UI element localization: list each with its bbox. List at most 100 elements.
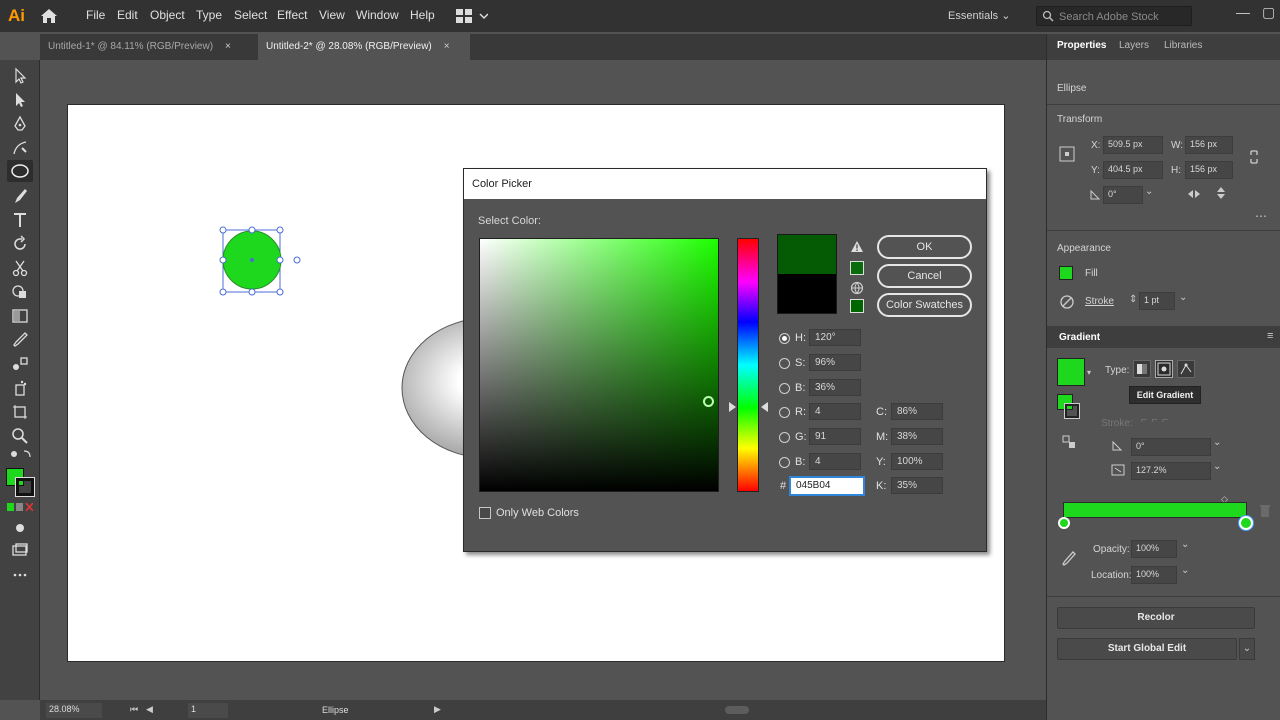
cyan-input[interactable]: 86% bbox=[891, 403, 943, 420]
screen-mode-icon[interactable] bbox=[10, 540, 30, 560]
reference-point-icon[interactable] bbox=[1059, 146, 1075, 162]
only-web-colors-checkbox[interactable] bbox=[479, 507, 491, 519]
brightness-input[interactable]: 36% bbox=[809, 379, 861, 396]
menu-type[interactable]: Type bbox=[196, 8, 222, 22]
stock-search-input[interactable]: Search Adobe Stock bbox=[1036, 6, 1192, 26]
chevron-down-icon[interactable]: ⌄ bbox=[1181, 539, 1189, 550]
stroke-mini-swatch[interactable] bbox=[1064, 403, 1080, 419]
saturation-input[interactable]: 96% bbox=[809, 354, 861, 371]
eyedropper-tool-icon[interactable] bbox=[10, 330, 30, 350]
linear-gradient-icon[interactable] bbox=[1133, 360, 1151, 378]
close-icon[interactable]: × bbox=[444, 41, 450, 52]
constrain-proportions-icon[interactable] bbox=[1247, 148, 1261, 166]
menu-window[interactable]: Window bbox=[356, 8, 399, 22]
color-swatches-button[interactable]: Color Swatches bbox=[877, 293, 972, 317]
gradient-tool-icon[interactable] bbox=[10, 306, 30, 326]
zoom-tool-icon[interactable] bbox=[10, 426, 30, 446]
artboard-number-input[interactable]: 1 bbox=[188, 703, 228, 718]
chevron-down-icon[interactable]: ⌄ bbox=[1213, 461, 1221, 472]
red-input[interactable]: 4 bbox=[809, 403, 861, 420]
chevron-down-icon[interactable]: ⌄ bbox=[1179, 292, 1187, 303]
gradient-swatch[interactable] bbox=[1057, 358, 1085, 386]
stroke-none-icon[interactable] bbox=[1059, 294, 1075, 310]
fill-swatch[interactable] bbox=[1059, 266, 1073, 280]
home-icon[interactable] bbox=[40, 8, 58, 24]
maximize-icon[interactable]: ▢ bbox=[1262, 4, 1275, 21]
menu-view[interactable]: View bbox=[319, 8, 345, 22]
tab-untitled-2[interactable]: Untitled-2* @ 28.08% (RGB/Preview) × bbox=[258, 34, 470, 60]
angle-input[interactable]: 0° bbox=[1131, 438, 1211, 456]
freeform-gradient-icon[interactable] bbox=[1177, 360, 1195, 378]
tab-layers[interactable]: Layers bbox=[1119, 40, 1149, 51]
web-safe-warning-icon[interactable] bbox=[850, 281, 864, 295]
out-of-gamut-warning-icon[interactable] bbox=[850, 240, 864, 253]
menu-object[interactable]: Object bbox=[150, 8, 185, 22]
type-tool-icon[interactable] bbox=[10, 210, 30, 230]
location-input[interactable]: 100% bbox=[1131, 566, 1177, 584]
blue-radio[interactable] bbox=[779, 457, 790, 468]
color-field-cursor[interactable] bbox=[703, 396, 714, 407]
green-input[interactable]: 91 bbox=[809, 428, 861, 445]
stroke-weight-input[interactable]: 1 pt bbox=[1139, 292, 1175, 310]
status-menu-icon[interactable]: ▶ bbox=[434, 704, 441, 715]
brightness-radio[interactable] bbox=[779, 383, 790, 394]
artboard-tool-icon[interactable] bbox=[10, 402, 30, 422]
saturation-radio[interactable] bbox=[779, 358, 790, 369]
hue-slider-right-arrow[interactable] bbox=[761, 402, 768, 412]
stroke-weight-stepper-icon[interactable]: ⇕ bbox=[1129, 294, 1137, 305]
start-global-edit-button[interactable]: Start Global Edit bbox=[1057, 638, 1237, 660]
paintbrush-tool-icon[interactable] bbox=[10, 186, 30, 206]
tab-properties[interactable]: Properties bbox=[1057, 40, 1106, 51]
stroke-color-swatch[interactable] bbox=[15, 477, 35, 497]
default-colors-icon[interactable] bbox=[10, 448, 31, 462]
red-radio[interactable] bbox=[779, 407, 790, 418]
recolor-button[interactable]: Recolor bbox=[1057, 607, 1255, 629]
gradient-slider[interactable] bbox=[1063, 502, 1247, 518]
chevron-down-icon[interactable]: ⌄ bbox=[1181, 565, 1189, 576]
radial-gradient-icon[interactable] bbox=[1155, 360, 1173, 378]
minimize-icon[interactable]: — bbox=[1236, 4, 1250, 20]
menu-select[interactable]: Select bbox=[234, 8, 267, 22]
ok-button[interactable]: OK bbox=[877, 235, 972, 259]
hue-input[interactable]: 120° bbox=[809, 329, 861, 346]
gradient-stop-left[interactable] bbox=[1058, 517, 1070, 529]
horizontal-scrollbar[interactable] bbox=[725, 706, 749, 714]
y-input[interactable]: 404.5 px bbox=[1103, 161, 1163, 179]
menu-file[interactable]: File bbox=[86, 8, 105, 22]
yellow-input[interactable]: 100% bbox=[891, 453, 943, 470]
rotate-tool-icon[interactable] bbox=[10, 234, 30, 254]
selection-tool-icon[interactable] bbox=[10, 66, 30, 86]
gamut-color-swatch[interactable] bbox=[850, 261, 864, 275]
color-mode-icons[interactable] bbox=[7, 503, 33, 511]
x-input[interactable]: 509.5 px bbox=[1103, 136, 1163, 154]
menu-edit[interactable]: Edit bbox=[117, 8, 138, 22]
original-color-swatch[interactable] bbox=[777, 274, 837, 314]
blend-tool-icon[interactable] bbox=[10, 354, 30, 374]
draw-mode-icon[interactable] bbox=[10, 518, 30, 538]
direct-selection-tool-icon[interactable] bbox=[10, 90, 30, 110]
tab-untitled-1[interactable]: Untitled-1* @ 84.11% (RGB/Preview) × bbox=[40, 34, 256, 60]
blue-input[interactable]: 4 bbox=[809, 453, 861, 470]
scissors-tool-icon[interactable] bbox=[10, 258, 30, 278]
zoom-level-input[interactable]: 28.08% bbox=[46, 703, 102, 718]
hue-slider-left-arrow[interactable] bbox=[729, 402, 736, 412]
hue-radio[interactable] bbox=[779, 333, 790, 344]
previous-artboard-icon[interactable]: ◀ bbox=[146, 704, 153, 715]
aspect-ratio-input[interactable]: 127.2% bbox=[1131, 462, 1211, 480]
trash-icon[interactable] bbox=[1259, 504, 1271, 518]
shape-builder-tool-icon[interactable] bbox=[10, 282, 30, 302]
workspace-switcher[interactable]: Essentials ⌄ bbox=[948, 9, 1010, 22]
first-artboard-icon[interactable]: ⏮ bbox=[130, 704, 138, 715]
menu-help[interactable]: Help bbox=[410, 8, 435, 22]
arrange-documents-icon[interactable] bbox=[456, 9, 488, 23]
hue-slider[interactable] bbox=[737, 238, 759, 492]
flip-horizontal-icon[interactable] bbox=[1187, 188, 1201, 200]
pen-tool-icon[interactable] bbox=[10, 114, 30, 134]
edit-gradient-button[interactable]: Edit Gradient bbox=[1129, 386, 1201, 404]
more-options-icon[interactable]: ⋯ bbox=[1255, 209, 1267, 223]
gradient-stop-right[interactable] bbox=[1239, 516, 1253, 530]
ellipse-tool-icon[interactable] bbox=[7, 160, 33, 182]
chevron-down-icon[interactable]: ⌄ bbox=[1239, 638, 1255, 660]
tab-gradient[interactable]: Gradient bbox=[1059, 332, 1100, 343]
hex-input[interactable]: 045B04 bbox=[789, 476, 865, 496]
